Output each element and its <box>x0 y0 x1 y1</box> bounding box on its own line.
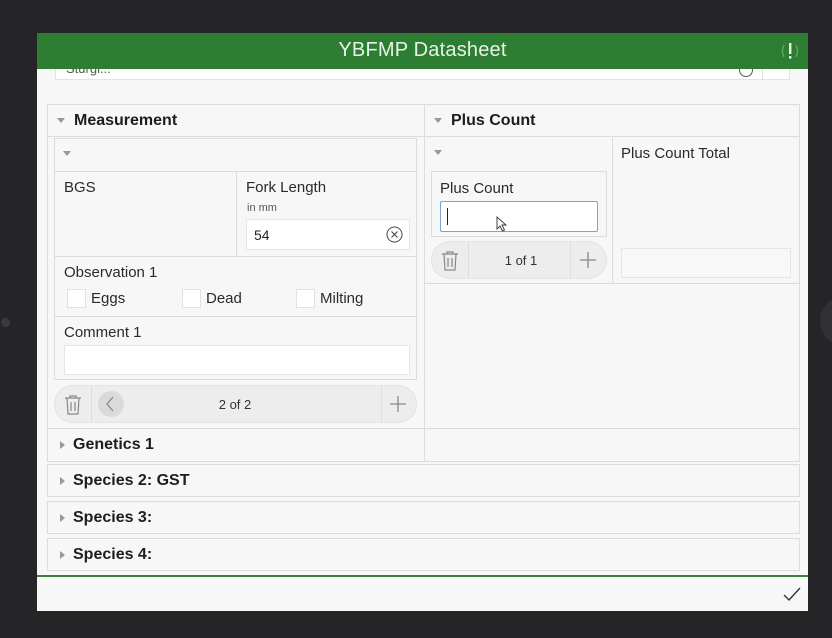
measurement-record-frame: BGS Fork Length in mm 54 Observation 1 E… <box>54 138 417 380</box>
plus-count-total-field <box>621 248 791 278</box>
divider <box>55 316 416 317</box>
fork-length-hint: in mm <box>247 202 277 214</box>
plus-count-input[interactable] <box>440 201 598 232</box>
divider <box>425 283 800 284</box>
measurement-section: Measurement BGS Fork Length in mm 54 Obs… <box>48 105 425 461</box>
divider <box>425 428 800 429</box>
divider <box>55 256 416 257</box>
dead-label: Dead <box>206 290 242 307</box>
eggs-checkbox[interactable] <box>67 289 86 308</box>
caret-right-icon <box>60 514 65 522</box>
plus-count-title: Plus Count <box>451 112 536 129</box>
previous-record-button[interactable] <box>98 391 124 417</box>
species-4-section[interactable]: Species 4: <box>47 538 800 571</box>
species-2-label: Species 2: GST <box>73 472 190 489</box>
caret-down-icon <box>57 118 65 123</box>
measurement-pager: 2 of 2 <box>54 385 417 423</box>
species-3-section[interactable]: Species 3: <box>47 501 800 534</box>
pager-divider <box>468 242 469 278</box>
caret-right-icon <box>60 477 65 485</box>
fork-length-input[interactable]: 54 <box>246 219 410 250</box>
mouse-pointer-icon <box>496 216 508 232</box>
comment-label: Comment 1 <box>64 324 142 341</box>
side-nav-circle[interactable] <box>820 298 832 344</box>
chevron-left-icon <box>106 396 114 412</box>
plus-count-header[interactable]: Plus Count <box>425 105 800 137</box>
plus-count-record-frame: Plus Count <box>431 171 607 237</box>
measurement-header[interactable]: Measurement <box>48 105 424 137</box>
caret-down-icon <box>434 118 442 123</box>
trash-icon[interactable] <box>63 394 83 416</box>
plus-count-total-label: Plus Count Total <box>621 145 730 162</box>
genetics-label: Genetics 1 <box>73 436 154 453</box>
plus-icon[interactable] <box>579 251 597 269</box>
pager-divider <box>91 386 92 422</box>
species-4-label: Species 4: <box>73 546 153 563</box>
comment-input[interactable] <box>64 345 410 375</box>
caret-down-icon[interactable] <box>434 150 442 155</box>
plus-icon[interactable] <box>389 395 407 413</box>
plus-count-field-label: Plus Count <box>440 180 514 197</box>
pager-divider <box>570 242 571 278</box>
window-title: YBFMP Datasheet <box>338 39 507 61</box>
plus-count-pager: 1 of 1 <box>431 241 607 279</box>
text-cursor <box>447 208 448 225</box>
eggs-label: Eggs <box>91 290 126 307</box>
side-indicator-dot <box>1 318 10 327</box>
measurement-title: Measurement <box>74 112 178 129</box>
trash-icon[interactable] <box>440 250 460 272</box>
caret-down-icon[interactable] <box>63 151 71 156</box>
title-bar: YBFMP Datasheet <box>37 33 808 69</box>
milting-label: Milting <box>320 290 364 307</box>
caret-right-icon <box>60 551 65 559</box>
checkmark-icon[interactable] <box>782 585 802 603</box>
divider <box>236 172 237 256</box>
species-2-section[interactable]: Species 2: GST <box>47 464 800 497</box>
observation-label: Observation 1 <box>64 264 158 281</box>
form-content: Sturgi... Measurement BGS Fork Length in… <box>37 61 808 575</box>
datasheet-window: YBFMP Datasheet Sturgi... Measurement <box>37 33 808 611</box>
plus-count-section: Plus Count Plus Count 1 of 1 Plus Count … <box>425 105 800 461</box>
genetics-section[interactable]: Genetics 1 <box>48 429 424 461</box>
measurement-pluscount-group: Measurement BGS Fork Length in mm 54 Obs… <box>47 104 800 462</box>
bgs-label: BGS <box>64 179 96 196</box>
pager-divider <box>381 386 382 422</box>
milting-checkbox[interactable] <box>296 289 315 308</box>
dead-checkbox[interactable] <box>182 289 201 308</box>
fork-length-value: 54 <box>254 227 270 243</box>
top-field-input[interactable]: Sturgi... <box>55 61 790 80</box>
field-divider <box>762 69 763 80</box>
record-count: 2 of 2 <box>218 397 252 412</box>
caret-right-icon <box>60 441 65 449</box>
fork-length-label: Fork Length <box>246 179 327 196</box>
record-count: 1 of 1 <box>504 253 538 268</box>
species-3-label: Species 3: <box>73 509 153 526</box>
alert-exclamation-icon[interactable] <box>780 40 800 62</box>
clear-icon[interactable] <box>386 226 403 243</box>
footer-bar <box>37 575 808 611</box>
divider <box>612 138 613 283</box>
